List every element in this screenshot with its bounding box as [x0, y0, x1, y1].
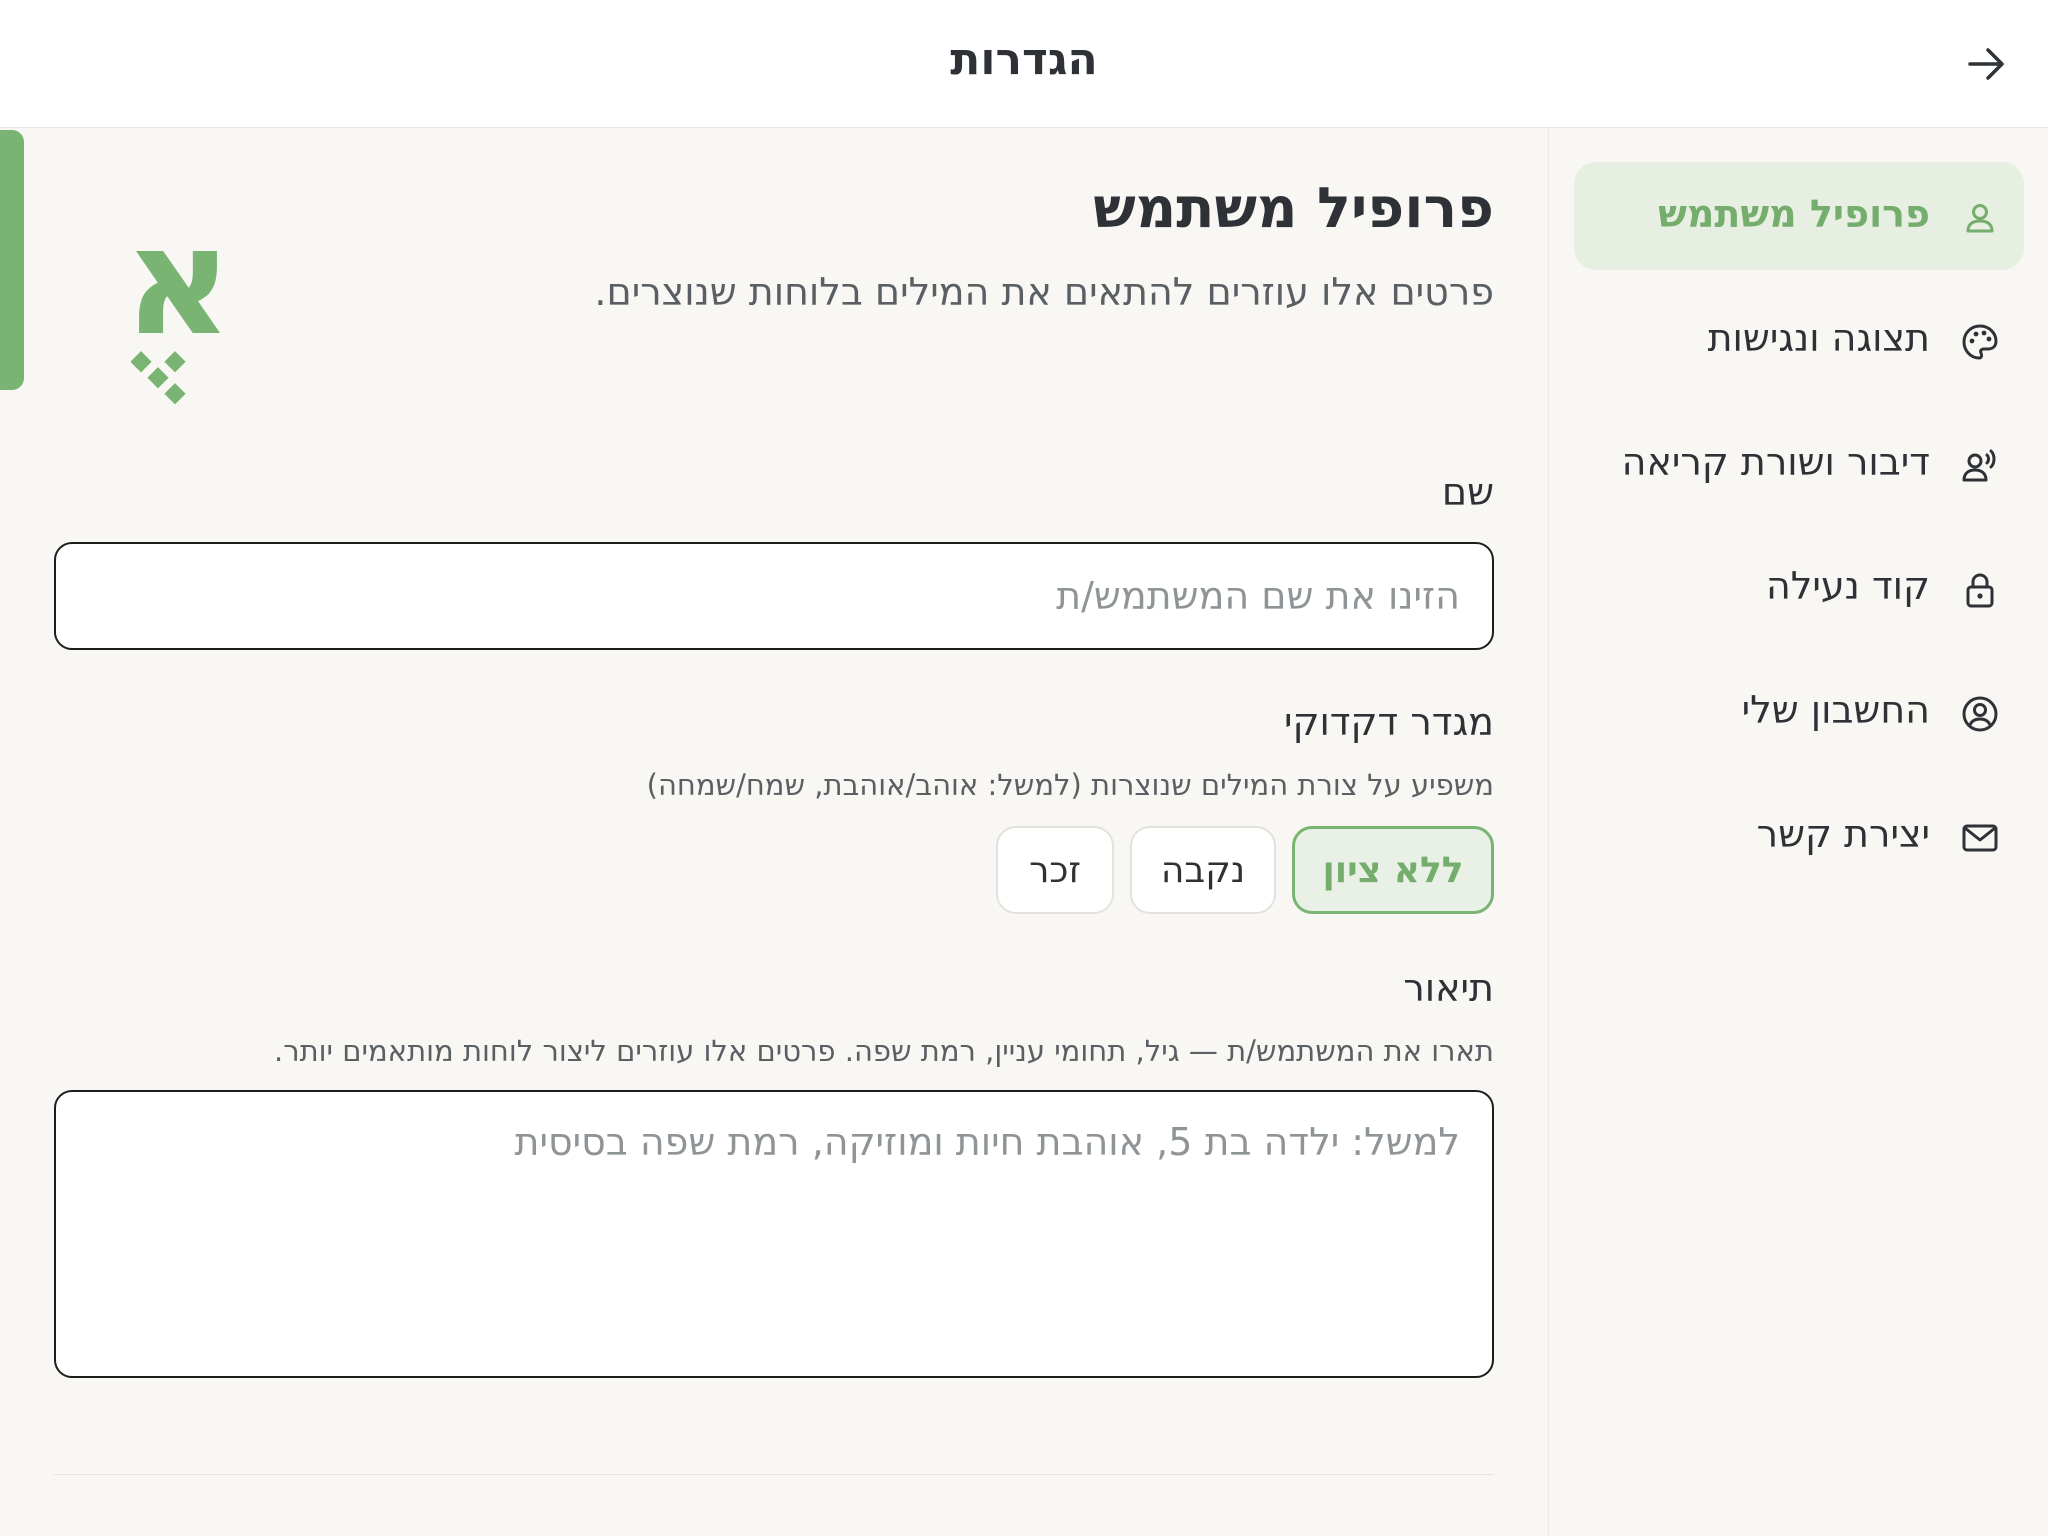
gender-option-male[interactable]: זכר: [996, 826, 1114, 914]
sidebar-item-label: יצירת קשר: [1756, 812, 1930, 856]
gender-option-unspecified[interactable]: ללא ציון: [1292, 826, 1494, 914]
sidebar-item-contact[interactable]: יצירת קשר: [1574, 782, 2024, 890]
arrow-right-icon: [1968, 48, 2004, 80]
user-icon: [1960, 198, 2000, 238]
palette-icon: [1960, 322, 2000, 362]
description-field-label: תיאור: [1403, 966, 1494, 1010]
page-header-title: הגדרות: [950, 34, 1098, 85]
sidebar-item-lock-code[interactable]: קוד נעילה: [1574, 534, 2024, 642]
sidebar-item-label: החשבון שלי: [1741, 688, 1930, 732]
scroll-indicator[interactable]: [0, 130, 24, 390]
gender-field-help: משפיע על צורת המילים שנוצרות (למשל: אוהב…: [646, 768, 1494, 802]
mail-icon: [1960, 818, 2000, 858]
gender-field-label: מגדר דקדוקי: [1283, 700, 1494, 744]
sidebar-item-my-account[interactable]: החשבון שלי: [1574, 658, 2024, 766]
svg-text:א: א: [123, 208, 232, 369]
page-title: פרופיל משתמש: [1093, 176, 1494, 241]
sidebar-item-label: קוד נעילה: [1765, 564, 1930, 608]
section-divider: [54, 1474, 1494, 1475]
name-input[interactable]: [54, 542, 1494, 650]
sidebar-item-label: פרופיל משתמש: [1658, 192, 1930, 236]
sidebar-item-label: תצוגה ונגישות: [1707, 316, 1930, 360]
settings-sidebar: פרופיל משתמש תצוגה ונגישות דיבור ושורת ק…: [1548, 129, 2048, 1536]
description-textarea[interactable]: [54, 1090, 1494, 1378]
sidebar-item-label: דיבור ושורת קריאה: [1621, 440, 1930, 484]
speaking-person-icon: [1960, 446, 2000, 486]
app-logo: א: [108, 195, 248, 408]
top-bar: הגדרות: [0, 0, 2048, 128]
page-subtitle: פרטים אלו עוזרים להתאים את המילים בלוחות…: [594, 270, 1494, 314]
user-circle-icon: [1960, 694, 2000, 734]
lock-icon: [1960, 570, 2000, 610]
sidebar-item-user-profile[interactable]: פרופיל משתמש: [1574, 162, 2024, 270]
description-field-help: תארו את המשתמש/ת — גיל, תחומי עניין, רמת…: [274, 1034, 1494, 1068]
sidebar-item-speech-reading-bar[interactable]: דיבור ושורת קריאה: [1574, 410, 2024, 518]
sidebar-item-display-accessibility[interactable]: תצוגה ונגישות: [1574, 286, 2024, 394]
gender-option-female[interactable]: נקבה: [1130, 826, 1276, 914]
back-button[interactable]: [1962, 40, 2010, 88]
name-field-label: שם: [1441, 470, 1494, 514]
